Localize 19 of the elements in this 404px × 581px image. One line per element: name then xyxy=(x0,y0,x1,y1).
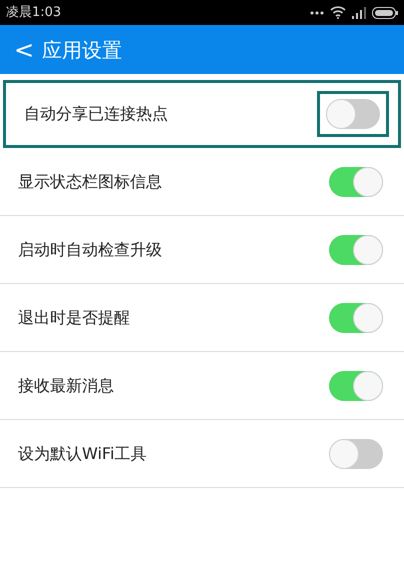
setting-label: 退出时是否提醒 xyxy=(18,306,130,328)
toggle-switch[interactable] xyxy=(329,234,383,264)
page-title: 应用设置 xyxy=(42,36,122,64)
status-time: 凌晨1:03 xyxy=(6,4,62,22)
setting-label: 启动时自动检查升级 xyxy=(18,238,162,260)
setting-label: 自动分享已连接热点 xyxy=(24,103,168,125)
toggle-switch[interactable] xyxy=(329,370,383,400)
setting-label: 设为默认WiFi工具 xyxy=(18,442,146,464)
signal-icon xyxy=(352,6,366,18)
toggle-switch[interactable] xyxy=(326,99,380,129)
setting-label: 显示状态栏图标信息 xyxy=(18,170,162,192)
battery-icon xyxy=(372,6,398,18)
toggle-switch[interactable] xyxy=(329,302,383,332)
toggle-switch[interactable] xyxy=(329,438,383,468)
wifi-icon xyxy=(330,6,346,19)
toggle-switch[interactable] xyxy=(329,166,383,196)
dots-icon xyxy=(310,10,324,14)
setting-label: 接收最新消息 xyxy=(18,374,114,396)
back-button[interactable]: < xyxy=(14,38,34,62)
